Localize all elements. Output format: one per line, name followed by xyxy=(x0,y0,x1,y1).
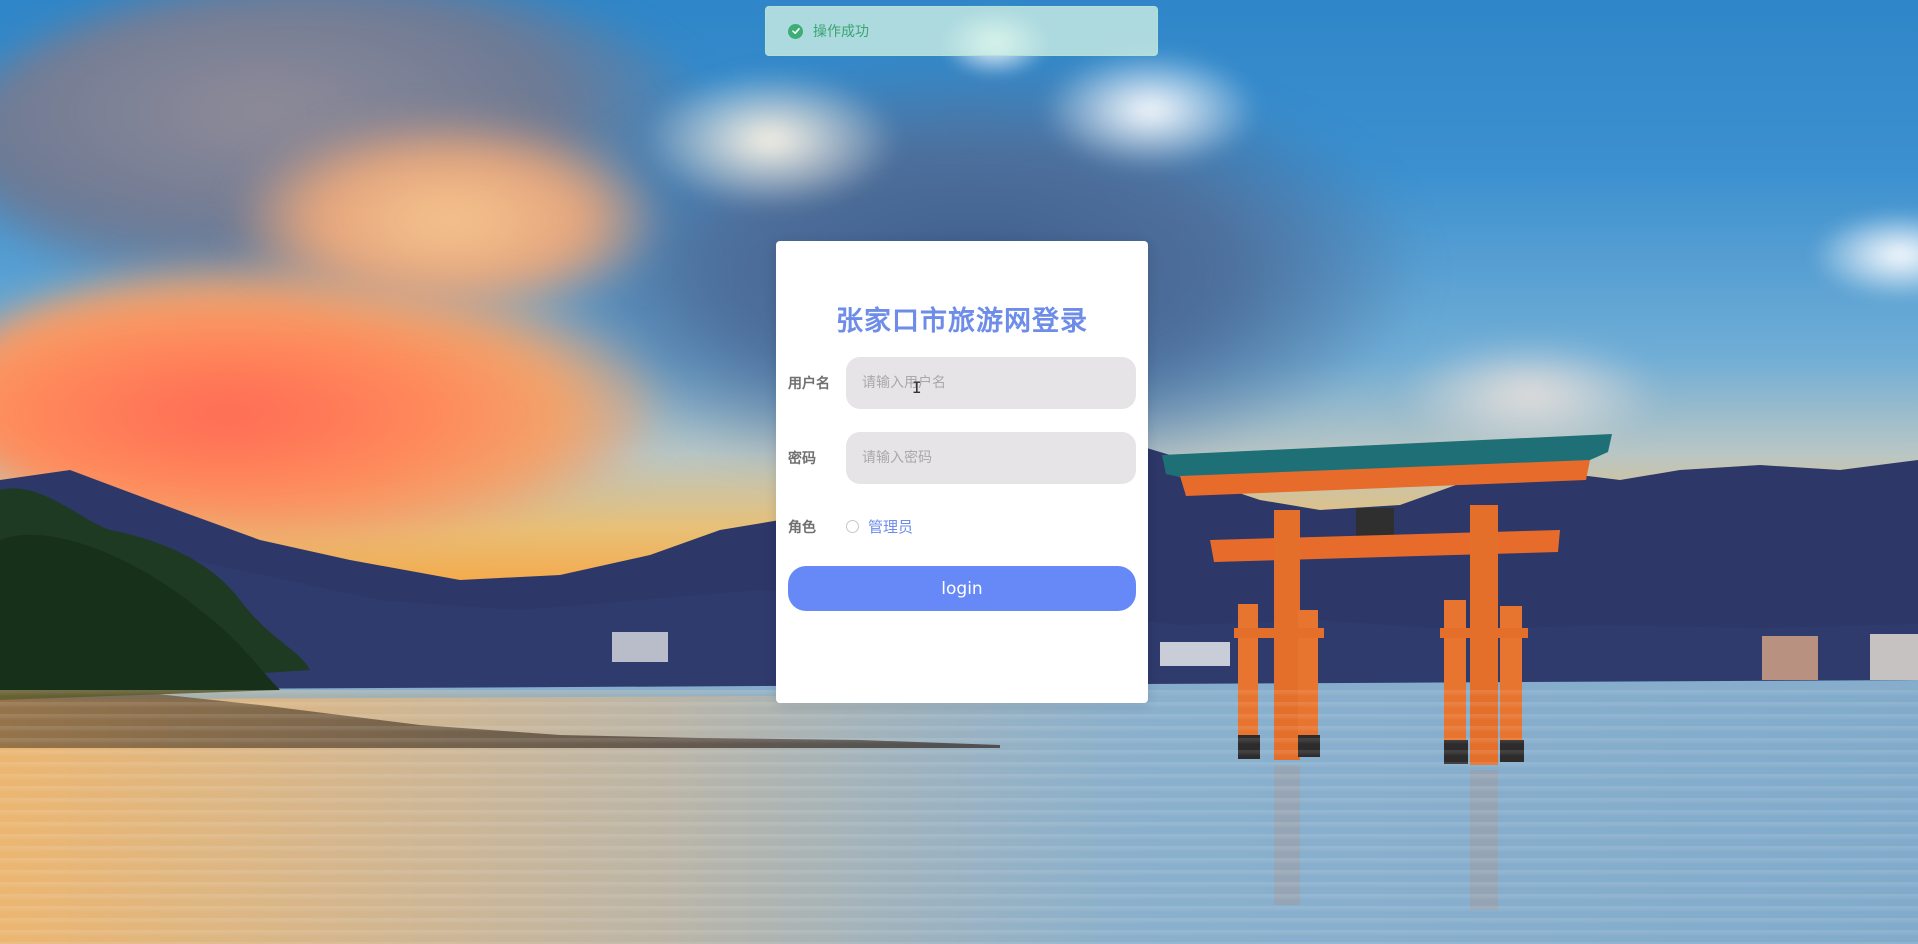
torii-support xyxy=(1444,600,1466,760)
password-label: 密码 xyxy=(788,451,816,467)
torii-reflection xyxy=(1274,765,1300,905)
password-row: 密码 xyxy=(788,432,1136,484)
torii-crossbeam xyxy=(1234,628,1324,638)
username-row: 用户名 xyxy=(788,357,1136,409)
building xyxy=(1160,642,1230,666)
login-card: 张家口市旅游网登录 用户名 密码 角色 管理员 login xyxy=(776,241,1148,703)
torii-base xyxy=(1444,740,1468,764)
login-title: 张家口市旅游网登录 xyxy=(836,306,1088,337)
toast-message: 操作成功 xyxy=(813,24,869,40)
password-input[interactable] xyxy=(846,432,1136,484)
username-label: 用户名 xyxy=(788,376,830,392)
torii-crossbeam xyxy=(1440,628,1528,638)
building xyxy=(612,632,668,662)
login-button[interactable]: login xyxy=(788,566,1136,611)
role-option-label: 管理员 xyxy=(868,518,914,536)
success-toast: 操作成功 xyxy=(765,6,1158,56)
torii-reflection xyxy=(1470,770,1498,910)
radio-button[interactable] xyxy=(846,520,859,533)
text-cursor-icon: I xyxy=(912,378,922,397)
role-row: 角色 管理员 xyxy=(788,516,1136,537)
check-circle-icon xyxy=(788,23,803,39)
building xyxy=(1762,636,1818,680)
role-label: 角色 xyxy=(788,519,816,536)
building xyxy=(1870,634,1918,680)
torii-base xyxy=(1298,735,1320,757)
torii-base xyxy=(1500,740,1524,762)
username-input[interactable] xyxy=(846,357,1136,409)
torii-support xyxy=(1238,604,1258,754)
torii-base xyxy=(1238,735,1260,759)
role-option-admin[interactable]: 管理员 xyxy=(846,516,913,537)
